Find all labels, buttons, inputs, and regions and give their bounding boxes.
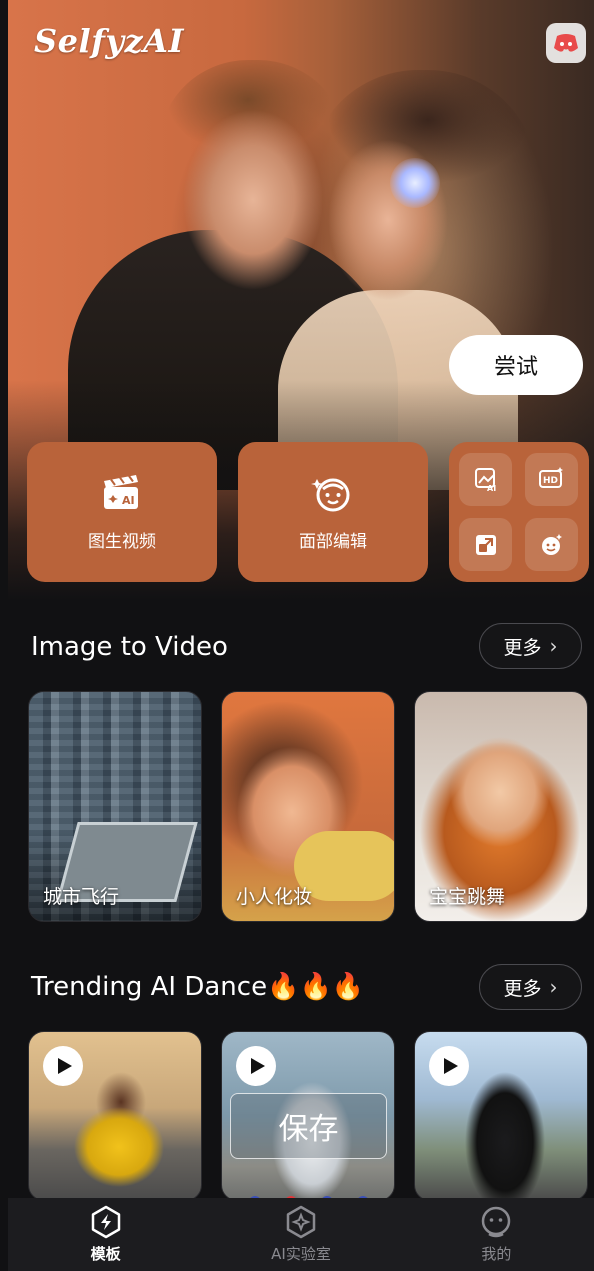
feature-image-to-video[interactable]: AI 图生视频 [27,442,217,582]
tool-image-ai[interactable]: AI [459,452,512,506]
profile-icon [482,1206,511,1238]
chevron-right-icon: › [549,975,558,999]
dance-card-3[interactable] [414,1031,588,1201]
tool-expand-image[interactable] [459,518,512,572]
card-caption: 城市飞行 [43,886,120,908]
nav-label: 我的 [481,1245,512,1263]
app-logo: SelfyzAI [34,22,184,60]
dance-card-1[interactable] [28,1031,202,1201]
play-button[interactable] [236,1046,276,1086]
svg-text:AI: AI [487,484,496,492]
feature-label: 面部编辑 [299,531,367,552]
play-button[interactable] [429,1046,469,1086]
play-icon [443,1058,458,1074]
nav-tab-templates[interactable]: 模板 [8,1198,203,1271]
nav-label: AI实验室 [271,1245,331,1263]
card-caption: 小人化妆 [236,886,313,908]
ai-lab-icon [286,1205,316,1239]
section-title-trending-dance: Trending AI Dance🔥🔥🔥 [31,972,365,1002]
svg-text:AI: AI [122,494,135,507]
feature-tools-grid: AI HD [449,442,589,582]
play-icon [250,1058,265,1074]
discord-icon [554,34,578,52]
save-button[interactable]: 保存 [230,1093,387,1159]
try-button[interactable]: 尝试 [449,335,583,395]
feature-label: 图生视频 [88,531,156,552]
face-edit-icon [311,478,350,511]
template-card-tiny-makeup[interactable]: 小人化妆 [221,691,395,922]
section-title-image-to-video: Image to Video [31,632,228,662]
feature-face-edit[interactable]: 面部编辑 [238,442,428,582]
tool-hd-enhance[interactable]: HD [524,452,578,506]
play-icon [57,1058,72,1074]
image-ai-icon: AI [474,468,496,492]
more-button-trending-dance[interactable]: 更多 › [479,964,582,1010]
discord-button[interactable] [546,23,586,63]
chevron-right-icon: › [549,634,558,658]
nav-label: 模板 [90,1245,121,1263]
play-button[interactable] [43,1046,83,1086]
svg-text:HD: HD [543,476,558,486]
card-caption: 宝宝跳舞 [429,886,506,908]
tool-face-swap[interactable] [524,518,578,572]
template-card-city-flight[interactable]: 城市飞行 [28,691,202,922]
hd-enhance-icon: HD [539,467,563,489]
nav-tab-ai-lab[interactable]: AI实验室 [203,1198,398,1271]
clapper-ai-icon: AI [104,474,138,509]
hero-light-flare [390,158,440,208]
bottom-nav: 模板 AI实验室 我的 [8,1198,594,1271]
app-screen: SelfyzAI 尝试 AI 图生视频 面部编辑 AI HD Image to … [0,0,594,1271]
expand-image-icon [475,534,496,555]
face-swap-icon [542,533,562,555]
template-icon [91,1205,120,1239]
more-button-image-to-video[interactable]: 更多 › [479,623,582,669]
nav-tab-profile[interactable]: 我的 [399,1198,594,1271]
more-label: 更多 [503,636,542,659]
more-label: 更多 [503,977,542,1000]
template-card-baby-dance[interactable]: 宝宝跳舞 [414,691,588,922]
